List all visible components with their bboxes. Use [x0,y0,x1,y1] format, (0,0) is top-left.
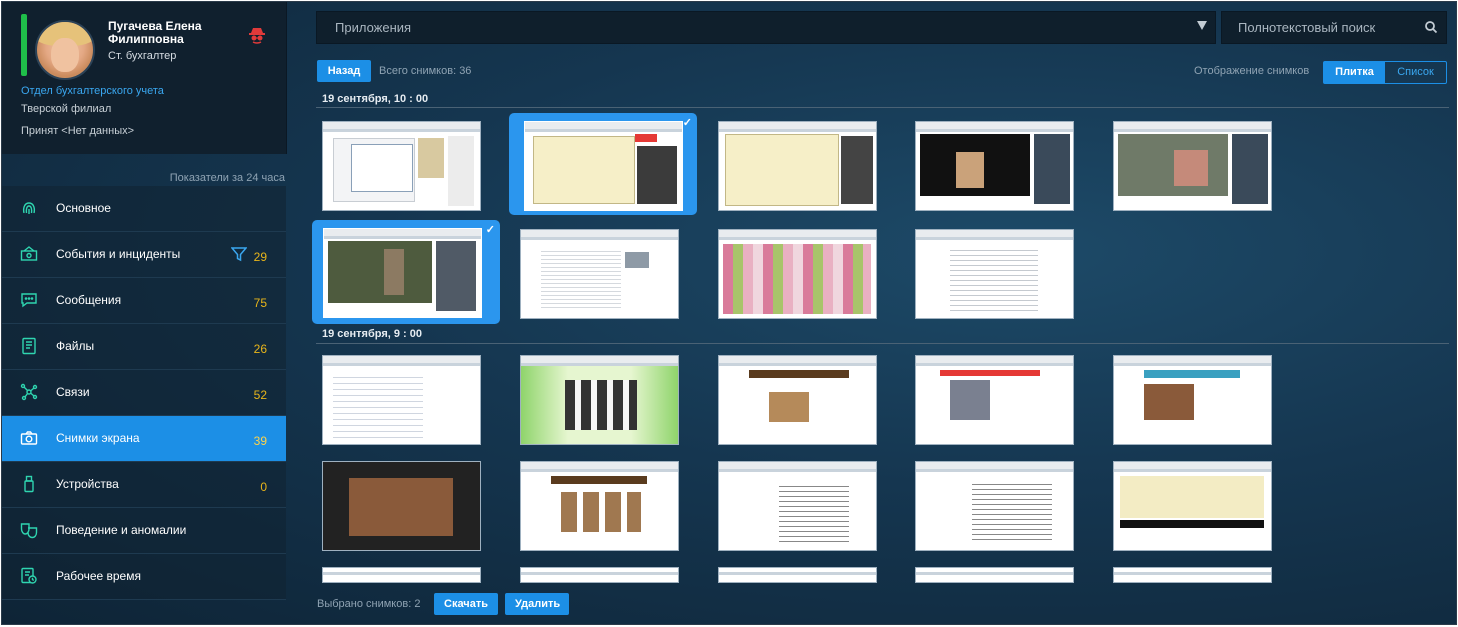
sidebar-item-count: 39 [253,434,267,448]
search-icon[interactable] [1424,20,1438,34]
sidebar-item-behavior[interactable]: Поведение и аномалии [2,508,286,554]
chevron-down-icon [1197,21,1207,30]
user-profile-card: Пугачева Елена Филипповна Ст. бухгалтер … [2,2,287,154]
view-mode-caption: Отображение снимков [1194,65,1310,77]
screenshot-thumbnail[interactable] [915,461,1074,551]
fulltext-search-input[interactable] [1236,19,1420,36]
sidebar-item-count: 0 [260,480,267,494]
sidebar-item-label: Поведение и аномалии [56,523,187,537]
group-title: 19 сентября, 9 : 00 [322,328,423,340]
screenshot-thumbnail[interactable] [1113,355,1272,445]
screenshot-thumbnail[interactable] [718,355,877,445]
screenshot-thumbnail[interactable] [1113,567,1272,583]
fingerprint-icon [22,202,36,214]
sidebar-item-events[interactable]: События и инциденты 29 [2,232,286,278]
filter-icon[interactable] [231,246,247,262]
screenshot-thumbnail[interactable] [323,228,482,318]
sidebar-item-label: Рабочее время [56,569,141,583]
chat-icon [21,293,37,308]
screenshot-thumbnail[interactable] [520,461,679,551]
sidebar: Пугачева Елена Филипповна Ст. бухгалтер … [2,2,288,624]
screenshot-thumbnail[interactable] [718,229,877,319]
screenshot-thumbnail[interactable] [1113,121,1272,211]
total-screenshots-count: Всего снимков: 36 [379,65,472,77]
sidebar-item-count: 75 [253,296,267,310]
screenshot-thumbnail[interactable] [322,461,481,551]
activity-fill [21,14,27,76]
screenshot-thumbnail[interactable] [520,567,679,583]
clock-icon [21,567,37,584]
sidebar-item-label: Файлы [56,339,95,353]
check-icon: ✓ [485,224,495,236]
usb-icon [24,475,34,493]
view-tile-button[interactable]: Плитка [1324,62,1385,83]
sidebar-item-count: 52 [253,388,267,402]
sidebar-item-messages[interactable]: Сообщения 75 [2,278,286,324]
screenshot-thumbnail[interactable] [322,355,481,445]
sidebar-item-main[interactable]: Основное [2,186,286,232]
sidebar-item-count: 29 [253,250,267,264]
selected-screenshot-frame[interactable]: ✓ [312,220,500,324]
sidebar-item-label: Устройства [56,477,119,491]
sidebar-item-count: 26 [253,342,267,356]
events-icon [20,246,38,261]
group-divider [316,107,1449,108]
sidebar-item-connections[interactable]: Связи 52 [2,370,286,416]
sidebar-item-label: Основное [56,201,111,215]
screenshot-thumbnail[interactable] [322,567,481,583]
group-divider [316,343,1449,344]
sidebar-item-worktime[interactable]: Рабочее время [2,554,286,600]
fulltext-search[interactable] [1221,11,1447,44]
check-icon: ✓ [682,117,692,129]
sidebar-item-label: Снимки экрана [56,431,140,445]
screenshot-thumbnail[interactable] [718,567,877,583]
user-department-link[interactable]: Отдел бухгалтерского учета [21,85,164,97]
sidebar-nav: Основное События и инциденты 29 Сообщени… [2,186,286,600]
back-button[interactable]: Назад [317,60,371,82]
user-branch: Тверской филиал [21,103,112,115]
applications-dropdown-value: Приложения [335,20,412,35]
screenshot-thumbnail[interactable] [718,121,877,211]
view-mode-toggle: Плитка Список [1323,61,1447,84]
download-button[interactable]: Скачать [434,593,498,615]
selected-screenshots-count: Выбрано снимков: 2 [317,598,421,610]
spy-icon[interactable] [248,26,266,44]
app-window: Пугачева Елена Филипповна Ст. бухгалтер … [1,1,1457,625]
screenshot-thumbnail[interactable] [520,355,679,445]
sidebar-item-label: Связи [56,385,90,399]
masks-icon [20,523,38,539]
file-icon [22,337,36,355]
group-title: 19 сентября, 10 : 00 [322,93,429,105]
sidebar-item-devices[interactable]: Устройства 0 [2,462,286,508]
screenshot-thumbnail[interactable] [915,567,1074,583]
screenshot-thumbnail[interactable] [524,121,683,211]
metrics-period-caption: Показатели за 24 часа [169,172,285,184]
applications-dropdown[interactable]: Приложения [316,11,1216,44]
screenshot-thumbnail[interactable] [1113,461,1272,551]
sidebar-item-label: Сообщения [56,293,122,307]
delete-button[interactable]: Удалить [505,593,569,615]
screenshot-thumbnail[interactable] [322,121,481,211]
sidebar-item-screenshots[interactable]: Снимки экрана 39 [2,416,286,462]
activity-indicator [21,14,27,76]
screenshot-thumbnail[interactable] [718,461,877,551]
avatar [35,20,95,80]
view-list-button[interactable]: Список [1385,62,1446,83]
screenshot-thumbnail[interactable] [915,355,1074,445]
screenshot-thumbnail[interactable] [915,121,1074,211]
screenshot-thumbnail[interactable] [915,229,1074,319]
user-hired-date: Принят <Нет данных> [21,125,135,137]
screenshot-thumbnail[interactable] [520,229,679,319]
sidebar-item-files[interactable]: Файлы 26 [2,324,286,370]
network-icon [20,383,38,401]
camera-icon [20,431,38,445]
user-position: Ст. бухгалтер [108,50,177,62]
selected-screenshot-frame[interactable]: ✓ [509,113,697,215]
user-name: Пугачева Елена Филипповна [108,19,202,46]
sidebar-item-label: События и инциденты [56,247,181,261]
